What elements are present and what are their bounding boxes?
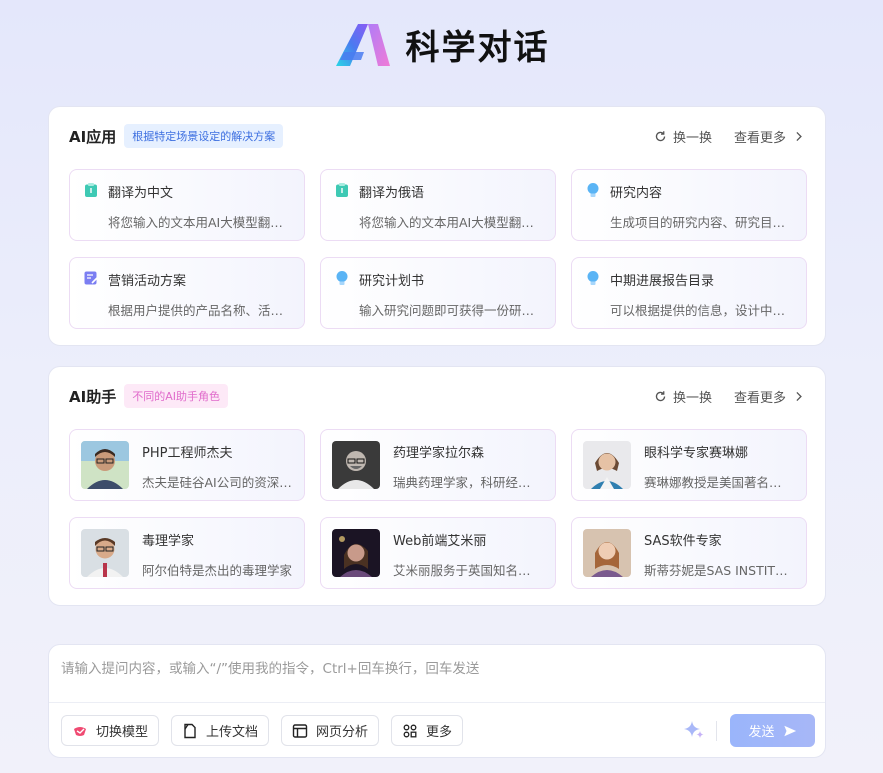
chat-composer: 切换模型 上传文档 网页分析 更多 发送	[48, 644, 826, 758]
prompt-input[interactable]	[61, 661, 801, 677]
avatar	[332, 441, 380, 489]
model-switch-icon	[74, 726, 86, 736]
assistants-refresh-button[interactable]: 换一换	[654, 387, 712, 406]
upload-document-button[interactable]: 上传文档	[171, 715, 270, 746]
webpage-analysis-button[interactable]: 网页分析	[281, 715, 380, 746]
card-desc: 将您输入的文本用AI大模型翻译为俄语	[359, 215, 545, 230]
switch-model-button[interactable]: 切换模型	[61, 715, 160, 746]
card-desc: 瑞典药理学家，科研经验丰富	[393, 475, 543, 490]
card-title: 眼科学专家赛琳娜	[644, 446, 749, 461]
more-tools-button[interactable]: 更多	[391, 715, 464, 746]
apps-view-more-label: 查看更多	[733, 130, 786, 146]
card-title: 研究内容	[610, 186, 663, 201]
upload-document-label: 上传文档	[206, 725, 259, 740]
assistants-view-more-link[interactable]: 查看更多	[734, 387, 805, 406]
card-desc: 将您输入的文本用AI大模型翻译为中文	[108, 215, 294, 230]
app-title: 科学对话	[405, 28, 550, 68]
ai-apps-badge: 根据特定场景设定的解决方案	[124, 124, 284, 148]
card-desc: 阿尔伯特是杰出的毒理学家	[142, 563, 292, 578]
card-title: 翻译为俄语	[359, 186, 425, 201]
card-title: PHP工程师杰夫	[142, 446, 233, 461]
card-desc: 斯蒂芬妮是SAS INSTITUTE的专家	[644, 563, 794, 578]
send-icon	[783, 725, 796, 736]
apps-refresh-label: 换一换	[672, 130, 712, 146]
document-icon	[184, 723, 196, 738]
ai-assistants-header: AI助手 不同的AI助手角色 换一换 查看更多	[69, 383, 805, 409]
card-desc: 输入研究问题即可获得一份研究计划书	[359, 303, 545, 318]
card-desc: 生成项目的研究内容、研究目标和方法	[610, 215, 796, 230]
ai-apps-title: AI应用	[69, 127, 117, 146]
clipboard-icon	[85, 183, 97, 197]
ai-assistants-badge: 不同的AI助手角色	[124, 384, 228, 408]
card-desc: 杰夫是硅谷AI公司的资深PHP工程师	[142, 475, 292, 490]
assistant-card-pharmacologist[interactable]: 药理学家拉尔森 瑞典药理学家，科研经验丰富	[320, 429, 556, 501]
assistants-view-more-label: 查看更多	[733, 390, 786, 406]
apps-view-more-link[interactable]: 查看更多	[734, 127, 805, 146]
refresh-icon	[655, 130, 666, 141]
app-card-translate-russian[interactable]: 翻译为俄语 将您输入的文本用AI大模型翻译为俄语	[320, 169, 556, 241]
assistant-card-web-frontend[interactable]: Web前端艾米丽 艾米丽服务于英国知名互联网公司	[320, 517, 556, 589]
ai-assistants-panel: AI助手 不同的AI助手角色 换一换 查看更多 PHP工程师杰夫 杰夫是硅谷AI…	[48, 366, 826, 606]
card-desc: 可以根据提供的信息，设计中期进展报告目录	[610, 303, 796, 318]
brand-header: 科学对话	[0, 20, 883, 69]
send-label: 发送	[748, 725, 775, 740]
lightbulb-icon	[336, 271, 348, 285]
card-title: 中期进展报告目录	[610, 274, 715, 289]
ai-assistants-title: AI助手	[69, 387, 117, 406]
card-title: 翻译为中文	[108, 186, 174, 201]
assistant-card-toxicologist[interactable]: 毒理学家 阿尔伯特是杰出的毒理学家	[69, 517, 305, 589]
chevron-right-icon	[796, 131, 802, 141]
more-tools-label: 更多	[426, 725, 453, 740]
assistants-refresh-label: 换一换	[672, 390, 712, 406]
card-title: 营销活动方案	[108, 274, 187, 289]
card-title: 药理学家拉尔森	[393, 446, 485, 461]
assistant-card-sas-expert[interactable]: SAS软件专家 斯蒂芬妮是SAS INSTITUTE的专家	[571, 517, 807, 589]
app-card-research-content[interactable]: 研究内容 生成项目的研究内容、研究目标和方法	[571, 169, 807, 241]
app-card-marketing-plan[interactable]: 营销活动方案 根据用户提供的产品名称、活动目标生成方案	[69, 257, 305, 329]
card-desc: 艾米丽服务于英国知名互联网公司	[393, 563, 543, 578]
toolbar-separator	[716, 721, 717, 741]
lightbulb-icon	[587, 183, 599, 197]
avatar	[81, 441, 129, 489]
assistant-card-ophthalmologist[interactable]: 眼科学专家赛琳娜 赛琳娜教授是美国著名眼科学专家	[571, 429, 807, 501]
ai-apps-header: AI应用 根据特定场景设定的解决方案 换一换 查看更多	[69, 123, 805, 149]
card-title: Web前端艾米丽	[393, 534, 487, 549]
send-button[interactable]: 发送	[730, 714, 815, 747]
card-desc: 赛琳娜教授是美国著名眼科学专家	[644, 475, 794, 490]
webpage-analysis-label: 网页分析	[316, 725, 369, 740]
avatar	[332, 529, 380, 577]
composer-toolbar: 切换模型 上传文档 网页分析 更多	[61, 715, 464, 746]
apps-refresh-button[interactable]: 换一换	[654, 127, 712, 146]
card-desc: 根据用户提供的产品名称、活动目标生成方案	[108, 303, 294, 318]
assistant-card-php-engineer[interactable]: PHP工程师杰夫 杰夫是硅谷AI公司的资深PHP工程师	[69, 429, 305, 501]
grid-more-icon	[403, 724, 417, 737]
app-card-research-plan[interactable]: 研究计划书 输入研究问题即可获得一份研究计划书	[320, 257, 556, 329]
avatar	[81, 529, 129, 577]
switch-model-label: 切换模型	[96, 725, 149, 740]
sparkle-icon[interactable]	[683, 719, 705, 741]
refresh-icon	[655, 390, 666, 401]
composer-divider	[49, 702, 825, 703]
app-card-translate-chinese[interactable]: 翻译为中文 将您输入的文本用AI大模型翻译为中文	[69, 169, 305, 241]
ai-apps-panel: AI应用 根据特定场景设定的解决方案 换一换 查看更多 翻译为中文 将您输入的文…	[48, 106, 826, 346]
avatar	[583, 529, 631, 577]
ai-logo-icon	[335, 23, 390, 66]
edit-doc-icon	[84, 271, 99, 285]
app-card-midterm-report[interactable]: 中期进展报告目录 可以根据提供的信息，设计中期进展报告目录	[571, 257, 807, 329]
webpage-icon	[292, 723, 308, 738]
clipboard-icon	[336, 183, 348, 197]
card-title: 研究计划书	[359, 274, 425, 289]
card-title: SAS软件专家	[644, 534, 722, 549]
card-title: 毒理学家	[142, 534, 195, 549]
chevron-right-icon	[796, 391, 802, 401]
avatar	[583, 441, 631, 489]
lightbulb-icon	[587, 271, 599, 285]
